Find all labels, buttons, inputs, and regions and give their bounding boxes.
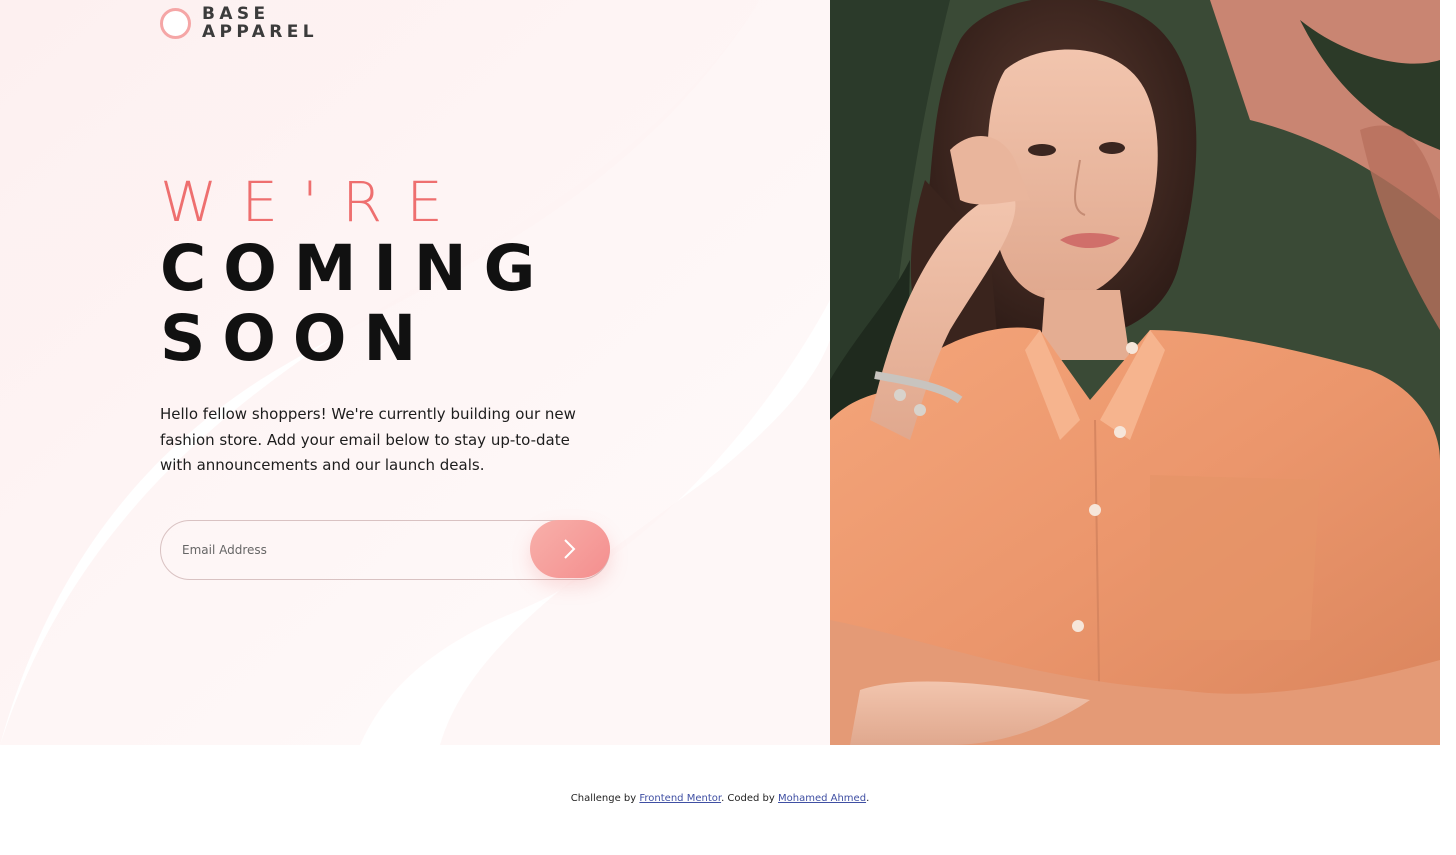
heading-light-line: WE'RE [160,169,467,235]
author-link[interactable]: Mohamed Ahmed [778,793,866,804]
chevron-right-icon [564,539,576,559]
email-signup-form [160,520,610,580]
submit-button[interactable] [530,520,610,578]
brand-wordmark: BASE APPAREL [202,5,318,41]
hero-photo-illustration [830,0,1440,745]
page-heading: WE'RE COMING SOON [160,172,552,374]
heading-bold-line-1: COMING [160,232,553,305]
footer-prefix: Challenge by [570,793,637,804]
brand-line-1: BASE [202,4,270,24]
heading-bold-line-2: SOON [160,302,434,375]
content-pane: BASE APPAREL WE'RE COMING SOON Hello fel… [0,0,830,745]
intro-text: Hello fellow shoppers! We're currently b… [160,405,576,474]
brand-line-2: APPAREL [202,22,319,42]
ring-logo-icon [160,8,191,39]
frontend-mentor-link[interactable]: Frontend Mentor [639,793,721,804]
footer-suffix: . [866,793,870,804]
brand-logo[interactable]: BASE APPAREL [160,5,318,41]
hero-photo [830,0,1440,745]
footer-middle: . Coded by [721,793,775,804]
hero-section: BASE APPAREL WE'RE COMING SOON Hello fel… [0,0,1456,745]
attribution-footer: Challenge by Frontend Mentor. Coded by M… [0,791,1440,807]
